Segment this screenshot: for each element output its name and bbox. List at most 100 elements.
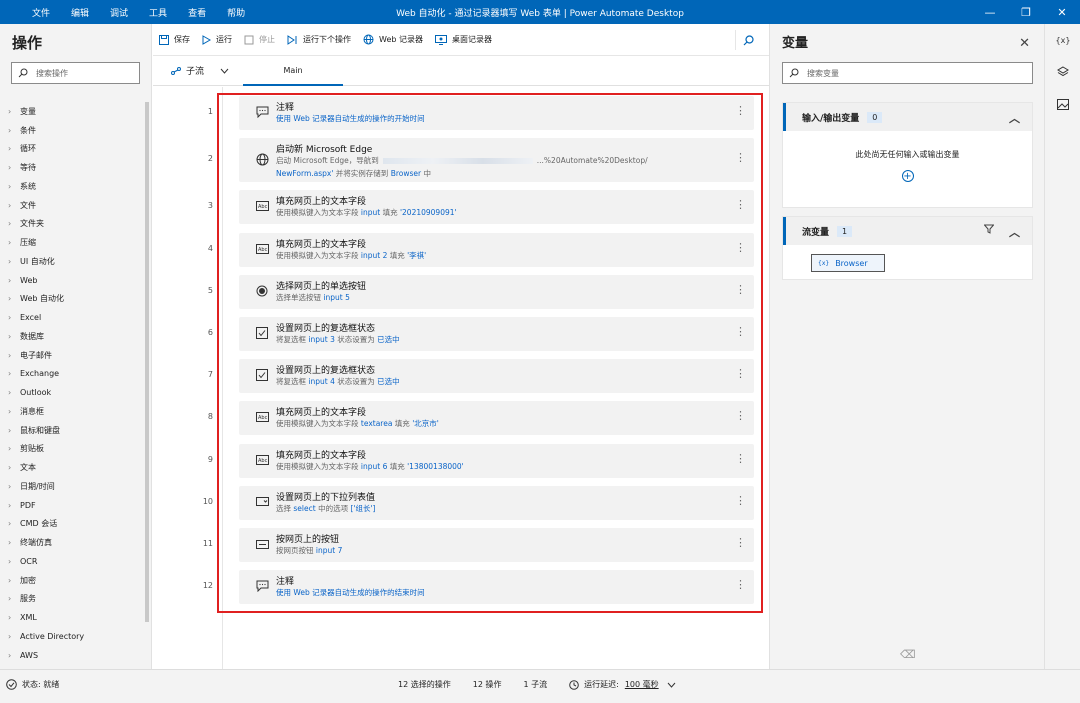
menu-edit[interactable]: 编辑 (71, 6, 89, 19)
action-category-item[interactable]: › 文件 (6, 196, 146, 215)
flow-action-item[interactable]: Abc 填充网页上的文本字段 使用模拟键入为文本字段 input 6 填充 '138… (239, 443, 754, 478)
action-category-item[interactable]: › OCR (6, 552, 146, 571)
close-window-button[interactable]: ✕ (1044, 0, 1080, 24)
minimize-button[interactable]: — (972, 0, 1008, 24)
flow-variables-header[interactable]: 流变量 1 ︿ (783, 217, 1032, 245)
more-options-icon[interactable]: ⋮ (735, 410, 746, 421)
filter-icon[interactable] (984, 224, 994, 234)
action-category-item[interactable]: › Web 自动化 (6, 290, 146, 309)
more-options-icon[interactable]: ⋮ (735, 105, 746, 116)
flow-action-item[interactable]: Abc 填充网页上的文本字段 使用模拟键入为文本字段 textarea 填充 '北京… (239, 401, 754, 436)
search-icon (18, 68, 28, 78)
variables-pane-toggle-icon[interactable]: {x} (1045, 24, 1080, 56)
desktop-recorder-button[interactable]: 桌面记录器 (434, 34, 492, 45)
flow-action-item[interactable]: 按网页上的按钮 按网页按钮 input 7 ⋮ (239, 528, 754, 562)
action-category-item[interactable]: › 日期/时间 (6, 477, 146, 496)
action-category-item[interactable]: › XML (6, 608, 146, 627)
variables-search-input[interactable]: 搜索变量 (782, 62, 1033, 84)
chevron-up-icon[interactable]: ︿ (1009, 224, 1020, 240)
actions-scrollbar[interactable] (145, 102, 149, 622)
run-delay-value[interactable]: 100 毫秒 (625, 679, 659, 690)
action-category-item[interactable]: › 剪贴板 (6, 440, 146, 459)
tab-main[interactable]: Main (243, 56, 343, 86)
action-desc-part: 按网页按钮 (276, 546, 316, 555)
action-category-item[interactable]: › 加密 (6, 571, 146, 590)
flow-action-item[interactable]: Abc 填充网页上的文本字段 使用模拟键入为文本字段 input 填充 '20210… (239, 190, 754, 225)
flow-action-item[interactable]: 设置网页上的复选框状态 将复选框 input 4 状态设置为 已选中 ⋮ (239, 359, 754, 394)
flow-action-item[interactable]: 注释 使用 Web 记录器自动生成的操作的结束时间 ⋮ (239, 570, 754, 605)
action-category-label: 压缩 (20, 238, 36, 248)
add-variable-icon[interactable]: + (901, 170, 914, 182)
chevron-up-icon[interactable]: ︿ (1009, 110, 1020, 126)
menu-tools[interactable]: 工具 (149, 6, 167, 19)
action-category-item[interactable]: › 系统 (6, 177, 146, 196)
flow-action-item[interactable]: 选择网页上的单选按钮 选择单选按钮 input 5 ⋮ (239, 274, 754, 309)
action-category-item[interactable]: › 数据库 (6, 327, 146, 346)
close-variables-pane-button[interactable]: ✕ (1019, 36, 1030, 51)
more-options-icon[interactable]: ⋮ (735, 537, 746, 548)
web-recorder-button[interactable]: Web 记录器 (363, 34, 423, 45)
designer-search-button[interactable] (735, 30, 761, 50)
menu-help[interactable]: 帮助 (227, 6, 245, 19)
chevron-down-icon[interactable] (667, 682, 676, 688)
flow-action-item[interactable]: 设置网页上的复选框状态 将复选框 input 3 状态设置为 已选中 ⋮ (239, 317, 754, 351)
more-options-icon[interactable]: ⋮ (735, 152, 746, 163)
tab-main-label: Main (283, 65, 303, 75)
flow-variables-count: 1 (837, 225, 853, 237)
action-category-item[interactable]: › PDF (6, 496, 146, 515)
action-category-item[interactable]: › 文本 (6, 458, 146, 477)
action-category-item[interactable]: › 消息框 (6, 402, 146, 421)
variables-search-placeholder: 搜索变量 (807, 68, 839, 78)
run-delay-label: 运行延迟: (584, 680, 619, 689)
images-icon[interactable] (1045, 88, 1080, 120)
flow-action-item[interactable]: 注释 使用 Web 记录器自动生成的操作的开始时间 ⋮ (239, 96, 754, 130)
menu-view[interactable]: 查看 (188, 6, 206, 19)
flow-variable-browser[interactable]: {x} Browser (811, 254, 885, 272)
action-category-item[interactable]: › Outlook (6, 383, 146, 402)
action-category-item[interactable]: › 变量 (6, 102, 146, 121)
more-options-icon[interactable]: ⋮ (735, 453, 746, 464)
action-category-item[interactable]: › UI 自动化 (6, 252, 146, 271)
action-category-item[interactable]: › 服务 (6, 590, 146, 609)
actions-search-input[interactable]: 搜索操作 (11, 62, 140, 84)
action-category-item[interactable]: › Exchange (6, 365, 146, 384)
flow-action-item[interactable]: 设置网页上的下拉列表值 选择 select 中的选项 ['组长'] ⋮ (239, 485, 754, 520)
action-category-item[interactable]: › 鼠标和键盘 (6, 421, 146, 440)
action-category-item[interactable]: › Active Directory (6, 627, 146, 646)
action-category-item[interactable]: › 电子邮件 (6, 346, 146, 365)
menu-debug[interactable]: 调试 (110, 6, 128, 19)
action-category-item[interactable]: › Excel (6, 308, 146, 327)
action-category-item[interactable]: › 循环 (6, 140, 146, 159)
action-category-item[interactable]: › 等待 (6, 158, 146, 177)
chevron-right-icon: › (8, 575, 12, 585)
more-options-icon[interactable]: ⋮ (735, 368, 746, 379)
action-category-item[interactable]: › CMD 会话 (6, 515, 146, 534)
action-category-item[interactable]: › AWS (6, 646, 146, 665)
run-button[interactable]: 运行 (202, 34, 232, 45)
maximize-button[interactable]: ❐ (1008, 0, 1044, 24)
menu-file[interactable]: 文件 (32, 6, 50, 19)
action-category-item[interactable]: › 压缩 (6, 233, 146, 252)
action-desc-token: '李祺' (407, 250, 427, 260)
more-options-icon[interactable]: ⋮ (735, 495, 746, 506)
more-options-icon[interactable]: ⋮ (735, 199, 746, 210)
stop-button[interactable]: 停止 (244, 34, 275, 45)
eraser-icon[interactable]: ⌫ (900, 648, 916, 661)
flow-action-item[interactable]: 启动新 Microsoft Edge 启动 Microsoft Edge，导航到.… (239, 138, 754, 183)
action-category-item[interactable]: › 终端仿真 (6, 533, 146, 552)
action-category-item[interactable]: › 条件 (6, 121, 146, 140)
run-next-action-button[interactable]: 运行下个操作 (287, 34, 351, 45)
save-button[interactable]: 保存 (159, 34, 190, 45)
io-variables-header[interactable]: 输入/输出变量 0 ︿ (783, 103, 1032, 131)
more-options-icon[interactable]: ⋮ (735, 579, 746, 590)
more-options-icon[interactable]: ⋮ (735, 326, 746, 337)
subflows-dropdown[interactable]: 子流 (171, 64, 229, 77)
ui-elements-icon[interactable] (1045, 56, 1080, 88)
action-category-item[interactable]: › 文件夹 (6, 215, 146, 234)
more-options-icon[interactable]: ⋮ (735, 242, 746, 253)
flow-action-item[interactable]: Abc 填充网页上的文本字段 使用模拟键入为文本字段 input 2 填充 '李祺'… (239, 232, 754, 267)
action-category-item[interactable]: › Web (6, 271, 146, 290)
action-title: 设置网页上的复选框状态 (276, 366, 376, 377)
more-options-icon[interactable]: ⋮ (735, 284, 746, 295)
action-title: 注释 (276, 103, 295, 113)
